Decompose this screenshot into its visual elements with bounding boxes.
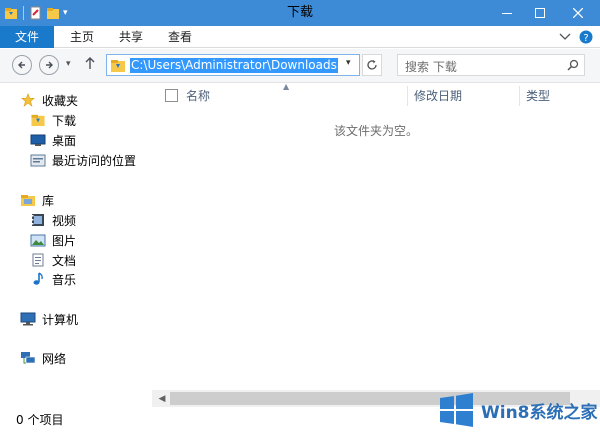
nav-library[interactable]: 库 — [20, 191, 54, 209]
forward-icon — [46, 61, 53, 69]
library-icon — [21, 195, 35, 206]
status-item-count: 0 个项目 — [16, 413, 64, 427]
refresh-icon — [367, 60, 377, 70]
star-icon — [21, 93, 35, 107]
sort-ascending-icon: ▲ — [283, 82, 290, 91]
close-icon — [573, 8, 583, 18]
video-icon — [32, 214, 44, 226]
nav-item-music[interactable]: 音乐 — [30, 270, 76, 288]
recent-icon — [30, 154, 46, 167]
tab-view[interactable]: 查看 — [160, 26, 200, 48]
nav-item-recent-label: 最近访问的位置 — [52, 153, 137, 168]
help-icon: ? — [579, 30, 593, 44]
back-button[interactable] — [12, 55, 32, 75]
nav-item-videos-label: 视频 — [52, 213, 77, 228]
tab-home[interactable]: 主页 — [62, 26, 102, 48]
minimize-button[interactable] — [490, 0, 523, 26]
nav-item-recent[interactable]: 最近访问的位置 — [30, 151, 136, 169]
column-header-date-modified[interactable]: 修改日期 — [414, 86, 462, 106]
watermark-text: Win8系统之家 — [481, 403, 598, 423]
folder-down-icon — [31, 114, 45, 127]
recent-locations-button[interactable]: ▾ — [66, 59, 71, 69]
address-path[interactable]: C:\Users\Administrator\Downloads — [130, 58, 338, 73]
folder-down-icon — [111, 60, 125, 72]
nav-favorites-label: 收藏夹 — [42, 93, 79, 108]
nav-item-downloads-label: 下载 — [52, 113, 77, 128]
window-controls — [490, 0, 600, 26]
nav-item-desktop[interactable]: 桌面 — [30, 131, 76, 149]
nav-item-videos[interactable]: 视频 — [30, 211, 76, 229]
minimize-icon — [501, 13, 512, 14]
search-placeholder: 搜索 下载 — [405, 60, 457, 74]
nav-computer-label: 计算机 — [42, 312, 79, 327]
maximize-icon — [534, 8, 545, 18]
up-icon — [85, 57, 95, 69]
nav-item-pictures[interactable]: 图片 — [30, 231, 76, 249]
help-button[interactable]: ? — [579, 26, 593, 48]
network-icon — [21, 352, 36, 364]
column-divider[interactable] — [407, 86, 408, 106]
empty-folder-message: 该文件夹为空。 — [334, 124, 419, 138]
music-icon — [33, 272, 43, 285]
nav-library-label: 库 — [42, 193, 55, 208]
column-divider[interactable] — [519, 86, 520, 106]
svg-text:?: ? — [583, 33, 588, 44]
document-icon — [32, 253, 44, 267]
ribbon-expand-button[interactable] — [559, 26, 571, 48]
nav-item-music-label: 音乐 — [52, 272, 77, 287]
refresh-button[interactable] — [362, 54, 382, 76]
scroll-left-button[interactable]: ◀ — [154, 392, 170, 405]
nav-item-documents[interactable]: 文档 — [30, 251, 76, 269]
tab-share[interactable]: 共享 — [111, 26, 151, 48]
chevron-down-icon — [559, 33, 571, 40]
tab-file[interactable]: 文件 — [0, 26, 54, 48]
nav-network[interactable]: 网络 — [20, 349, 66, 367]
computer-icon — [20, 312, 36, 326]
nav-item-documents-label: 文档 — [52, 253, 77, 268]
up-button[interactable] — [84, 56, 96, 73]
nav-item-pictures-label: 图片 — [52, 233, 77, 248]
forward-button[interactable] — [39, 55, 59, 75]
search-icon[interactable] — [567, 59, 579, 71]
maximize-button[interactable] — [523, 0, 556, 26]
nav-network-label: 网络 — [42, 351, 67, 366]
column-header-type[interactable]: 类型 — [526, 86, 550, 106]
nav-computer[interactable]: 计算机 — [20, 310, 78, 328]
column-header-name[interactable]: 名称 — [186, 86, 210, 106]
nav-item-desktop-label: 桌面 — [52, 133, 77, 148]
picture-icon — [30, 234, 46, 247]
nav-favorites[interactable]: 收藏夹 — [20, 91, 78, 109]
select-all-checkbox[interactable] — [165, 89, 178, 102]
windows-logo-icon — [440, 393, 473, 427]
desktop-icon — [30, 134, 46, 146]
close-button[interactable] — [556, 0, 600, 26]
nav-item-downloads[interactable]: 下载 — [30, 111, 76, 129]
back-icon — [18, 61, 25, 69]
address-dropdown-icon[interactable]: ▾ — [346, 58, 351, 68]
